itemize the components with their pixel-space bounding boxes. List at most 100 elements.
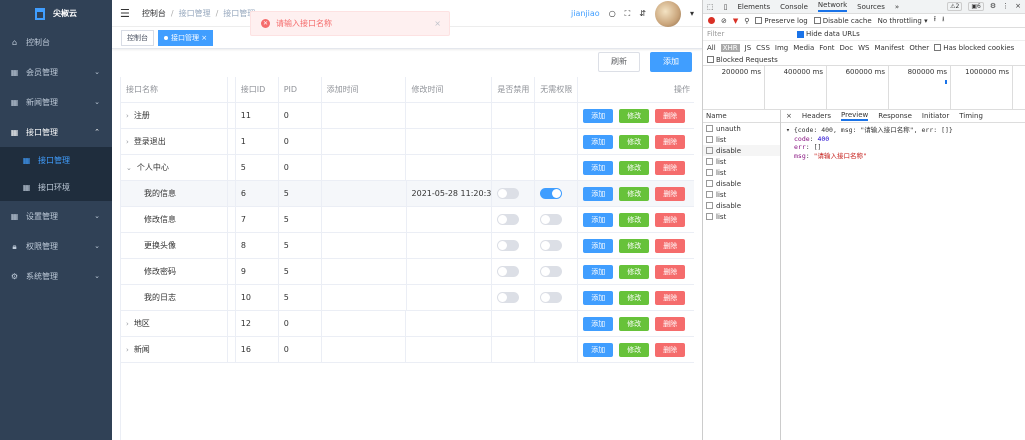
type-img[interactable]: Img [775,44,788,52]
inspect-icon[interactable]: ⬚ [707,3,714,11]
search-icon[interactable]: ○ [609,9,616,18]
info-badge[interactable]: ▣6 [968,2,984,11]
request-item[interactable]: list [703,156,780,167]
throttling-select[interactable]: No throttling ▾ [878,17,928,25]
close-icon[interactable]: × [201,34,207,42]
close-icon[interactable]: × [786,112,792,120]
refresh-button[interactable]: 刷新 [598,52,640,72]
table-row[interactable]: › 新闻 16 0 添加 修改 删除 [121,337,694,363]
edit-button[interactable]: 修改 [619,316,650,331]
sidebar-item-news[interactable]: ▦ 新闻管理 ⌄ [0,87,112,117]
tab-console[interactable]: Console [780,3,808,11]
type-other[interactable]: Other [909,44,929,52]
avatar[interactable] [654,0,681,27]
tab-timing[interactable]: Timing [959,112,983,120]
table-row[interactable]: 我的信息 6 5 2021-05-28 11:20:38 添加 修改 删除 [121,181,694,207]
edit-button[interactable]: 修改 [619,134,650,149]
add-button[interactable]: 添加 [583,212,614,227]
delete-button[interactable]: 删除 [655,134,686,149]
tag-api[interactable]: 接口管理 × [158,29,214,46]
delete-button[interactable]: 删除 [655,160,686,175]
delete-button[interactable]: 删除 [655,316,686,331]
edit-button[interactable]: 修改 [619,186,650,201]
add-button[interactable]: 添加 [583,108,614,123]
upload-icon[interactable]: ⭱ [934,15,936,26]
edit-button[interactable]: 修改 [619,264,650,279]
gear-icon[interactable]: ⚙ [990,2,996,11]
delete-button[interactable]: 删除 [655,238,686,253]
close-icon[interactable]: × [434,19,441,28]
nopower-switch[interactable] [540,240,563,251]
tab-headers[interactable]: Headers [802,112,831,120]
type-css[interactable]: CSS [756,44,770,52]
close-icon[interactable]: × [1015,2,1021,11]
breadcrumb-item[interactable]: 控制台 [142,9,166,18]
sidebar-item-members[interactable]: ▦ 会员管理 ⌄ [0,57,112,87]
disable-switch[interactable] [497,188,520,199]
blocked-requests-checkbox[interactable]: Blocked Requests [703,54,1025,66]
table-row[interactable]: 我的日志 10 5 添加 修改 删除 [121,285,694,311]
tab-network[interactable]: Network [817,1,848,12]
type-manifest[interactable]: Manifest [874,44,904,52]
type-all[interactable]: All [707,44,716,52]
type-xhr[interactable]: XHR [720,43,740,52]
delete-button[interactable]: 删除 [655,342,686,357]
request-item[interactable]: disable [703,145,780,156]
edit-button[interactable]: 修改 [619,290,650,305]
table-row[interactable]: › 登录退出 1 0 添加 修改 删除 [121,129,694,155]
add-button[interactable]: 添加 [583,264,614,279]
warning-badge[interactable]: ⚠2 [947,2,963,11]
username[interactable]: jianjiao [571,9,600,18]
add-button[interactable]: 添加 [650,52,692,72]
disable-switch[interactable] [497,240,520,251]
table-row[interactable]: 修改信息 7 5 添加 修改 删除 [121,207,694,233]
sidebar-item-system[interactable]: ⚙ 系统管理 ⌄ [0,261,112,291]
add-button[interactable]: 添加 [583,186,614,201]
sidebar-item-permissions[interactable]: 🔒︎ 权限管理 ⌄ [0,231,112,261]
record-icon[interactable] [708,17,715,24]
hamburger-icon[interactable]: ☰ [120,7,130,20]
request-item[interactable]: disable [703,200,780,211]
request-item[interactable]: unauth [703,123,780,134]
type-font[interactable]: Font [819,44,834,52]
add-button[interactable]: 添加 [583,238,614,253]
nopower-switch[interactable] [540,214,563,225]
size-icon[interactable]: ⇵ [639,9,646,18]
chevron-down-icon[interactable]: ⌄ [126,164,132,172]
edit-button[interactable]: 修改 [619,342,650,357]
type-js[interactable]: JS [745,44,752,52]
add-button[interactable]: 添加 [583,160,614,175]
table-row[interactable]: › 注册 11 0 添加 修改 删除 [121,103,694,129]
sidebar-item-api[interactable]: ▦ 接口管理 ⌃ [0,117,112,147]
add-button[interactable]: 添加 [583,134,614,149]
preview-summary[interactable]: ▾ {code: 400, msg: "请输入接口名称", err: []} [786,126,1020,135]
sidebar-subitem-api-manage[interactable]: ▦ 接口管理 [0,147,112,174]
download-icon[interactable]: ⭳ [942,15,944,26]
add-button[interactable]: 添加 [583,290,614,305]
table-row[interactable]: ⌄ 个人中心 5 0 添加 修改 删除 [121,155,694,181]
clear-icon[interactable]: ⊘ [721,17,727,25]
type-doc[interactable]: Doc [840,44,854,52]
add-button[interactable]: 添加 [583,342,614,357]
table-row[interactable]: › 地区 12 0 添加 修改 删除 [121,311,694,337]
disable-cache-checkbox[interactable]: Disable cache [813,17,872,25]
caret-down-icon[interactable]: ▾ [690,9,694,18]
sidebar-subitem-api-env[interactable]: ▦ 接口环境 [0,174,112,201]
search-icon[interactable]: ⚲ [744,17,749,25]
tab-elements[interactable]: Elements [737,3,770,11]
sidebar-item-settings[interactable]: ▦ 设置管理 ⌄ [0,201,112,231]
blocked-cookies-checkbox[interactable]: Has blocked cookies [934,44,1014,52]
request-item[interactable]: list [703,167,780,178]
request-item[interactable]: disable [703,178,780,189]
disable-switch[interactable] [497,214,520,225]
filter-icon[interactable]: ▼ [733,17,738,25]
delete-button[interactable]: 删除 [655,186,686,201]
more-icon[interactable]: ⋮ [1002,2,1009,11]
type-media[interactable]: Media [793,44,814,52]
fullscreen-icon[interactable]: ⛶ [625,9,631,19]
disable-switch[interactable] [497,292,520,303]
chevron-right-icon[interactable]: › [126,138,129,146]
edit-button[interactable]: 修改 [619,212,650,227]
tab-response[interactable]: Response [878,112,912,120]
preserve-log-checkbox[interactable]: Preserve log [755,17,808,25]
